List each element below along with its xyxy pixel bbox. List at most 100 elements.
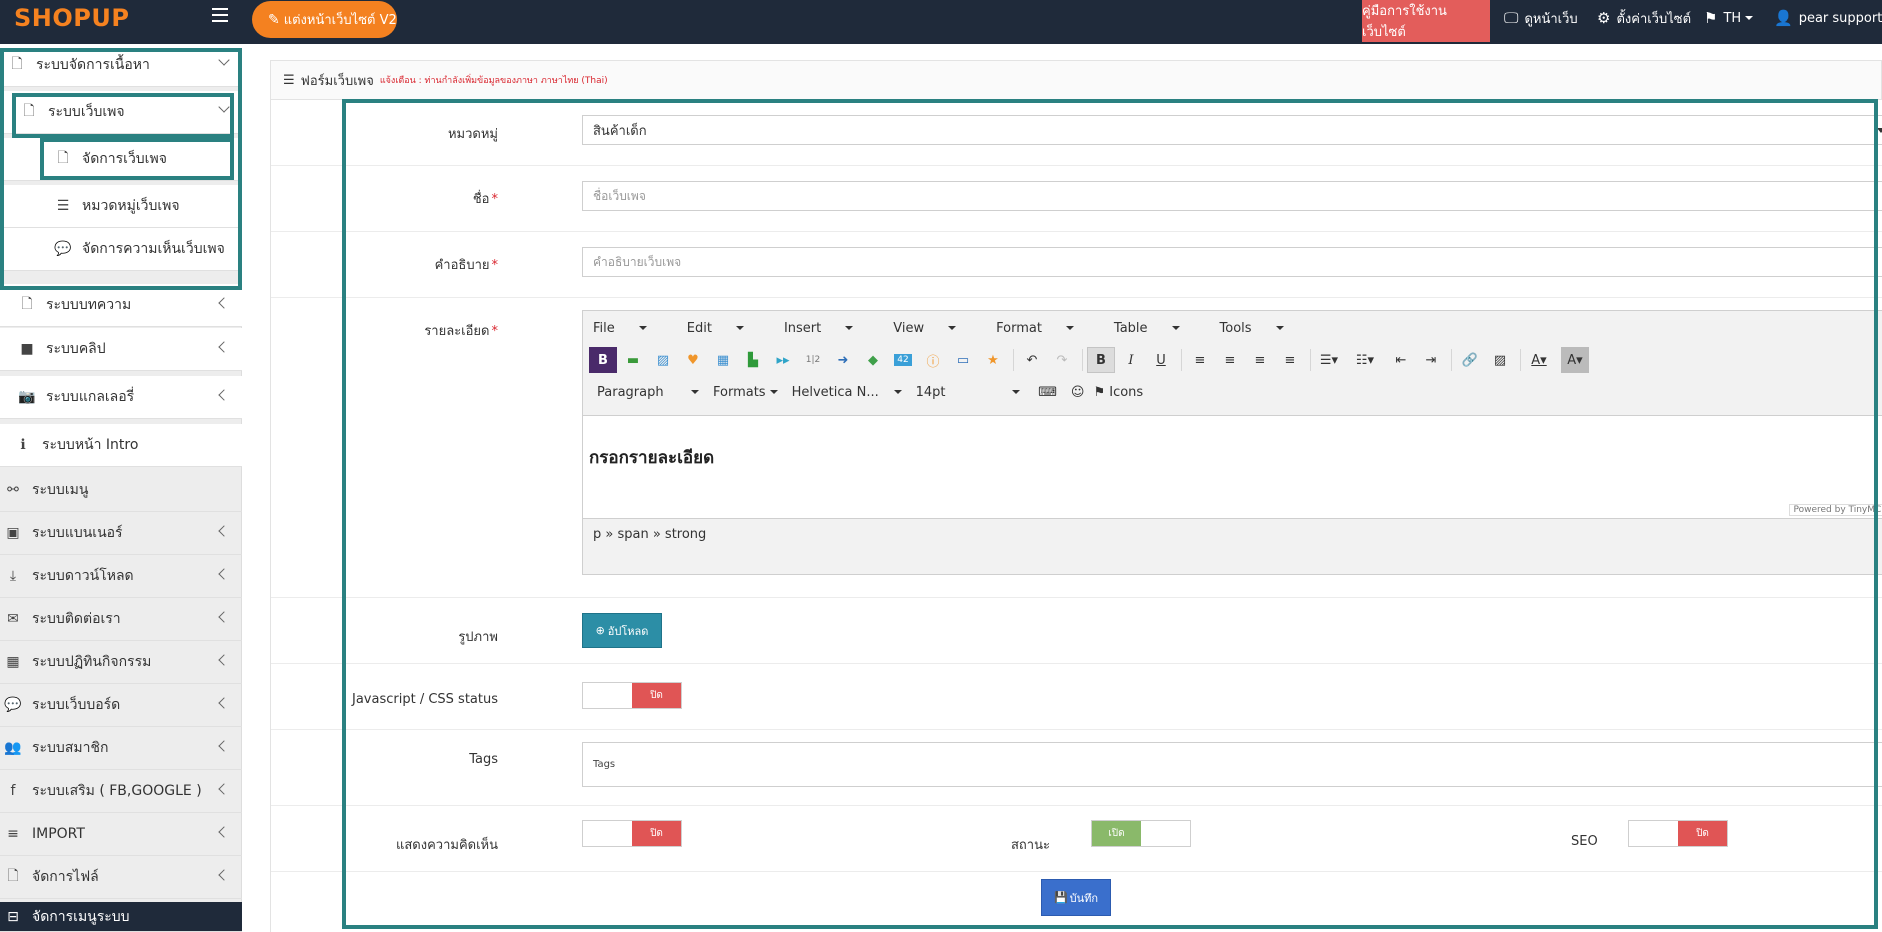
- sidebar-item-label: ระบบเว็บเพจ: [48, 104, 125, 120]
- menu-insert[interactable]: Insert: [784, 321, 873, 336]
- indent-icon[interactable]: ⇥: [1417, 347, 1445, 373]
- bootstrap-icon[interactable]: B: [589, 347, 617, 373]
- editor-content-area[interactable]: กรอกรายละเอียด Powered by TinyMCE: [583, 415, 1882, 519]
- align-right-icon[interactable]: ≡: [1246, 347, 1274, 373]
- user-guide-button[interactable]: คู่มือการใช้งานเว็บไซต์: [1362, 0, 1490, 42]
- site-settings-label: ตั้งค่าเว็บไซต์: [1616, 11, 1692, 27]
- menu-format[interactable]: Format: [996, 321, 1094, 336]
- columns-icon[interactable]: 1|2: [799, 347, 827, 373]
- status-toggle[interactable]: เปิด: [1091, 820, 1191, 847]
- numbered-list-icon[interactable]: ☷▾: [1351, 347, 1379, 373]
- formats-dropdown[interactable]: Formats: [713, 385, 778, 400]
- table-icon[interactable]: ▦: [709, 347, 737, 373]
- menu-edit[interactable]: Edit: [687, 321, 764, 336]
- powered-by-tinymce[interactable]: Powered by TinyMCE: [1789, 504, 1882, 516]
- sidebar-item-calendar[interactable]: ▦ ระบบปฏิทินกิจกรรม: [0, 641, 242, 684]
- language-dropdown[interactable]: ⚑ TH: [1704, 0, 1754, 36]
- sidebar-item-webpage-comments[interactable]: 💬 จัดการความเห็นเว็บเพจ: [0, 228, 242, 271]
- font-size-dropdown[interactable]: 14pt: [916, 385, 1020, 400]
- menu-view[interactable]: View: [893, 321, 976, 336]
- upload-button[interactable]: ⊕ อัปโหลด: [582, 613, 662, 648]
- align-justify-icon[interactable]: ≡: [1276, 347, 1304, 373]
- detail-label-wrap: รายละเอียด *: [424, 320, 498, 341]
- heart-icon[interactable]: ♥: [679, 347, 707, 373]
- site-settings-link[interactable]: ⚙ ตั้งค่าเว็บไซต์: [1597, 0, 1691, 36]
- arrow-right-icon[interactable]: ➜: [829, 347, 857, 373]
- layout-icon[interactable]: ▙: [739, 347, 767, 373]
- upload-icon: ⊕: [595, 624, 605, 637]
- keyboard-icon[interactable]: ⌨: [1034, 379, 1062, 405]
- link-icon[interactable]: 🔗: [1456, 347, 1484, 373]
- star-icon[interactable]: ★: [979, 347, 1007, 373]
- italic-icon[interactable]: I: [1117, 347, 1145, 373]
- outdent-icon[interactable]: ⇤: [1387, 347, 1415, 373]
- save-button[interactable]: 💾 บันทึก: [1041, 879, 1111, 916]
- text-color-icon[interactable]: A▾: [1525, 347, 1553, 373]
- redo-icon[interactable]: ↷: [1048, 347, 1076, 373]
- bold-icon[interactable]: B: [1087, 347, 1115, 373]
- template-icon[interactable]: ▬: [619, 347, 647, 373]
- alert-icon[interactable]: ⓘ: [919, 347, 947, 373]
- shopup-logo[interactable]: SHOPUP: [14, 4, 129, 32]
- sidebar-item-files[interactable]: 🗋 จัดการไฟล์: [0, 856, 242, 899]
- sidebar-item-clips[interactable]: ■ ระบบคลิป: [0, 328, 242, 371]
- media-icon[interactable]: ▸▸: [769, 347, 797, 373]
- sidebar-item-webboard[interactable]: 💬 ระบบเว็บบอร์ด: [0, 684, 242, 727]
- sidebar-item-extras[interactable]: f ระบบเสริม ( FB,GOOGLE ): [0, 770, 242, 813]
- undo-icon[interactable]: ↶: [1018, 347, 1046, 373]
- tag-icon[interactable]: ◆: [859, 347, 887, 373]
- menu-file[interactable]: File: [593, 321, 667, 336]
- description-input[interactable]: คำอธิบายเว็บเพจ: [582, 247, 1882, 277]
- comments-toggle[interactable]: ปิด: [582, 820, 682, 847]
- sidebar-item-manage-webpages[interactable]: 🗋 จัดการเว็บเพจ: [0, 138, 242, 181]
- menu-tools[interactable]: Tools: [1220, 321, 1304, 336]
- sidebar-item-members[interactable]: 👥 ระบบสมาชิก: [0, 727, 242, 770]
- comments-icon: 💬: [4, 697, 22, 713]
- emoticon-icon[interactable]: ☺: [1064, 379, 1092, 405]
- floppy-disk-icon: 💾: [1053, 891, 1068, 904]
- category-select[interactable]: สินค้าเด็ก: [582, 115, 1882, 145]
- counter-icon[interactable]: 42: [889, 347, 917, 373]
- file-icon: 🗋: [57, 150, 69, 166]
- sidebar-item-gallery[interactable]: 📷 ระบบแกลเลอรี่: [0, 376, 242, 419]
- icons-button[interactable]: ⚑ Icons: [1094, 385, 1144, 400]
- editor-content-text: กรอกรายละเอียด: [589, 448, 715, 468]
- bullet-list-icon[interactable]: ☰▾: [1315, 347, 1343, 373]
- sidebar-item-contact[interactable]: ✉ ระบบติดต่อเรา: [0, 598, 242, 641]
- sidebar-item-banner[interactable]: ▣ ระบบแบนเนอร์: [0, 512, 242, 555]
- category-selected-value: สินค้าเด็ก: [593, 123, 647, 139]
- bars-icon: ≡: [7, 826, 19, 842]
- view-site-link[interactable]: 🖵 ดูหน้าเว็บ: [1504, 0, 1578, 36]
- panel-icon[interactable]: ▭: [949, 347, 977, 373]
- camera-icon: 📷: [18, 389, 36, 405]
- name-input[interactable]: ชื่อเว็บเพจ: [582, 181, 1882, 211]
- menu-toggle-icon[interactable]: [212, 8, 228, 24]
- form-title: ฟอร์มเว็บเพจ: [300, 73, 374, 89]
- tags-input[interactable]: Tags: [582, 742, 1882, 787]
- background-color-icon[interactable]: A▾: [1561, 347, 1589, 373]
- sidebar-item-webpage-categories[interactable]: ☰ หมวดหมู่เว็บเพจ: [0, 185, 242, 228]
- menu-table[interactable]: Table: [1114, 321, 1200, 336]
- sidebar-item-menu[interactable]: ⚯ ระบบเมนู: [0, 469, 242, 512]
- sidebar-item-label: ระบบดาวน์โหลด: [32, 568, 134, 584]
- sidebar-item-intro[interactable]: ℹ ระบบหน้า Intro: [0, 424, 242, 467]
- js-css-toggle[interactable]: ปิด: [582, 682, 682, 709]
- site-editor-v2-button[interactable]: ✎ แต่งหน้าเว็บไซต์ V2: [252, 1, 397, 38]
- image-icon[interactable]: ▨: [649, 347, 677, 373]
- sidebar-item-articles[interactable]: 🗋 ระบบบทความ: [0, 284, 242, 327]
- seo-toggle[interactable]: ปิด: [1628, 820, 1728, 847]
- sidebar-item-label: ระบบจัดการเนื้อหา: [36, 57, 150, 73]
- sidebar-item-download[interactable]: ⤓ ระบบดาวน์โหลด: [0, 555, 242, 598]
- align-left-icon[interactable]: ≡: [1186, 347, 1214, 373]
- sidebar-item-content-management[interactable]: 🗋 ระบบจัดการเนื้อหา: [0, 44, 242, 87]
- font-family-dropdown[interactable]: Helvetica N...: [792, 385, 902, 400]
- insert-image-icon[interactable]: ▨: [1486, 347, 1514, 373]
- block-format-dropdown[interactable]: Paragraph: [589, 385, 699, 400]
- toggle-on-label: เปิด: [1092, 821, 1141, 846]
- align-center-icon[interactable]: ≡: [1216, 347, 1244, 373]
- underline-icon[interactable]: U: [1147, 347, 1175, 373]
- sidebar-item-system-menu[interactable]: ⊟ จัดการเมนูระบบ: [0, 902, 242, 932]
- user-dropdown[interactable]: 👤 pear support: [1774, 0, 1882, 36]
- sidebar-item-import[interactable]: ≡ IMPORT: [0, 813, 242, 856]
- sidebar-item-webpage-system[interactable]: 🗋 ระบบเว็บเพจ: [0, 91, 242, 134]
